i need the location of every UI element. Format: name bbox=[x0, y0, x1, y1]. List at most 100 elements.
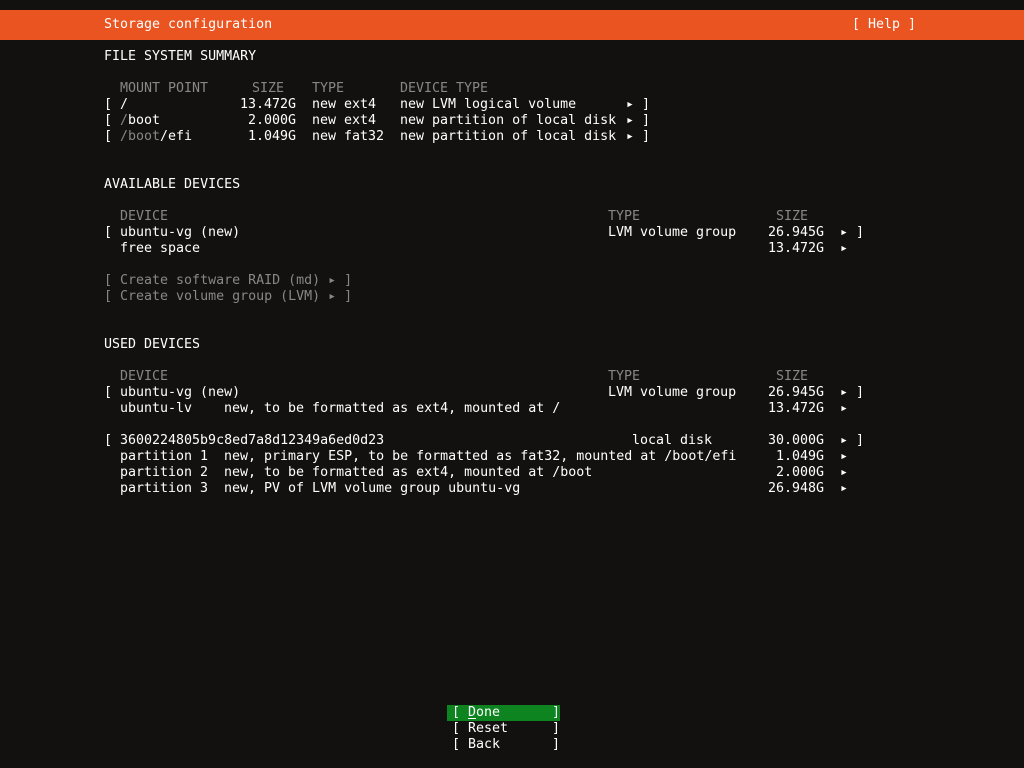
col-type: TYPE bbox=[608, 209, 641, 224]
right-bracket: ] bbox=[552, 737, 561, 752]
expand-arrow-icon: ▸ bbox=[840, 481, 849, 496]
used-row-partition-2[interactable]: partition 2 new, to be formatted as ext4… bbox=[0, 465, 1024, 481]
col-device-type: DEVICE TYPE bbox=[400, 81, 489, 96]
used-row-ubuntu-vg[interactable]: [ ubuntu-vg (new) LVM volume group 26.94… bbox=[0, 385, 1024, 401]
left-bracket: [ bbox=[452, 737, 461, 752]
used-devices-header: DEVICE TYPE SIZE bbox=[0, 369, 1024, 385]
size-value: 26.948G bbox=[767, 481, 824, 496]
left-bracket: [ bbox=[104, 385, 113, 400]
expand-arrow-icon: ▸ bbox=[840, 241, 849, 256]
partition-name: partition 2 bbox=[120, 465, 209, 480]
left-bracket: [ bbox=[452, 705, 461, 720]
device-type: LVM volume group bbox=[608, 385, 737, 400]
right-bracket: ] bbox=[642, 113, 651, 128]
device-type: local disk bbox=[632, 433, 713, 448]
right-bracket: ] bbox=[856, 225, 865, 240]
back-button-label: Back bbox=[468, 737, 501, 752]
left-bracket: [ bbox=[104, 129, 113, 144]
left-bracket: [ bbox=[452, 721, 461, 736]
device-name: ubuntu-lv bbox=[120, 401, 193, 416]
size-value: 26.945G bbox=[767, 225, 824, 240]
size-value: 26.945G bbox=[767, 385, 824, 400]
col-size: SIZE bbox=[776, 209, 809, 224]
left-bracket: [ bbox=[104, 113, 113, 128]
used-devices-title: USED DEVICES bbox=[104, 337, 201, 352]
expand-arrow-icon: ▸ bbox=[840, 449, 849, 464]
size-value: 13.472G bbox=[767, 401, 824, 416]
mount-point: /boot bbox=[120, 113, 161, 128]
partition-detail: new, PV of LVM volume group ubuntu-vg bbox=[224, 481, 521, 496]
left-bracket: [ bbox=[104, 97, 113, 112]
expand-arrow-icon: ▸ bbox=[840, 385, 849, 400]
size-value: 13.472G bbox=[239, 97, 296, 112]
right-bracket: ] bbox=[856, 433, 865, 448]
right-bracket: ] bbox=[642, 129, 651, 144]
used-row-partition-3[interactable]: partition 3 new, PV of LVM volume group … bbox=[0, 481, 1024, 497]
used-row-ubuntu-lv[interactable]: ubuntu-lv new, to be formatted as ext4, … bbox=[0, 401, 1024, 417]
available-devices-header: DEVICE TYPE SIZE bbox=[0, 209, 1024, 225]
expand-arrow-icon: ▸ bbox=[626, 97, 635, 112]
col-mount-point: MOUNT POINT bbox=[120, 81, 209, 96]
size-value: 2.000G bbox=[775, 465, 824, 480]
expand-arrow-icon: ▸ bbox=[840, 465, 849, 480]
back-button[interactable]: [ Back ] bbox=[0, 737, 1024, 753]
fs-type: new ext4 bbox=[312, 113, 377, 128]
device-type: new partition of local disk bbox=[400, 129, 617, 144]
used-row-partition-1[interactable]: partition 1 new, primary ESP, to be form… bbox=[0, 449, 1024, 465]
size-value: 13.472G bbox=[767, 241, 824, 256]
fs-summary-title: FILE SYSTEM SUMMARY bbox=[104, 49, 257, 64]
expand-arrow-icon: ▸ bbox=[840, 225, 849, 240]
expand-arrow-icon: ▸ bbox=[840, 433, 849, 448]
header-bar: Storage configuration [ Help ] bbox=[0, 10, 1024, 40]
available-row-ubuntu-vg[interactable]: [ ubuntu-vg (new) LVM volume group 26.94… bbox=[0, 225, 1024, 241]
device-type: new partition of local disk bbox=[400, 113, 617, 128]
available-row-free-space[interactable]: free space 13.472G ▸ bbox=[0, 241, 1024, 257]
fs-type: new fat32 bbox=[312, 129, 385, 144]
disk-id: 3600224805b9c8ed7a8d12349a6ed0d23 bbox=[120, 433, 385, 448]
device-type: new LVM logical volume bbox=[400, 97, 577, 112]
device-name: free space bbox=[120, 241, 201, 256]
help-button[interactable]: [ Help ] bbox=[852, 17, 916, 33]
fs-row-boot[interactable]: [ /boot 2.000G new ext4 new partition of… bbox=[0, 113, 1024, 129]
create-software-raid-button[interactable]: [ Create software RAID (md) ▸ ] bbox=[0, 273, 1024, 289]
left-bracket: [ bbox=[104, 433, 113, 448]
right-bracket: ] bbox=[552, 721, 561, 736]
expand-arrow-icon: ▸ bbox=[626, 113, 635, 128]
partition-name: partition 1 bbox=[120, 449, 209, 464]
size-value: 1.049G bbox=[775, 449, 824, 464]
col-device: DEVICE bbox=[120, 209, 169, 224]
expand-arrow-icon: ▸ bbox=[840, 401, 849, 416]
left-bracket: [ bbox=[104, 225, 113, 240]
partition-detail: new, to be formatted as ext4, mounted at… bbox=[224, 465, 593, 480]
col-size: SIZE bbox=[776, 369, 809, 384]
right-bracket: ] bbox=[552, 705, 561, 720]
done-button[interactable]: [ Done ] bbox=[0, 705, 1024, 721]
mount-point: / bbox=[120, 97, 129, 112]
fs-summary-header: MOUNT POINT SIZE TYPE DEVICE TYPE bbox=[0, 81, 1024, 97]
col-type: TYPE bbox=[608, 369, 641, 384]
device-name: ubuntu-vg (new) bbox=[120, 225, 241, 240]
device-name: ubuntu-vg (new) bbox=[120, 385, 241, 400]
col-device: DEVICE bbox=[120, 369, 169, 384]
fs-row-root[interactable]: [ / 13.472G new ext4 new LVM logical vol… bbox=[0, 97, 1024, 113]
page-title: Storage configuration bbox=[104, 17, 273, 32]
size-value: 1.049G bbox=[247, 129, 296, 144]
device-detail: new, to be formatted as ext4, mounted at… bbox=[224, 401, 561, 416]
partition-detail: new, primary ESP, to be formatted as fat… bbox=[224, 449, 737, 464]
device-type: LVM volume group bbox=[608, 225, 737, 240]
fs-row-boot-efi[interactable]: [ /boot/efi 1.049G new fat32 new partiti… bbox=[0, 129, 1024, 145]
size-value: 30.000G bbox=[767, 433, 824, 448]
partition-name: partition 3 bbox=[120, 481, 209, 496]
used-row-local-disk[interactable]: [ 3600224805b9c8ed7a8d12349a6ed0d23 loca… bbox=[0, 433, 1024, 449]
right-bracket: ] bbox=[642, 97, 651, 112]
col-type: TYPE bbox=[312, 81, 345, 96]
col-size: SIZE bbox=[251, 81, 284, 96]
done-button-label: Done bbox=[468, 705, 501, 720]
reset-button-label: Reset bbox=[468, 721, 509, 736]
right-bracket: ] bbox=[856, 385, 865, 400]
reset-button[interactable]: [ Reset ] bbox=[0, 721, 1024, 737]
fs-type: new ext4 bbox=[312, 97, 377, 112]
create-volume-group-button[interactable]: [ Create volume group (LVM) ▸ ] bbox=[0, 289, 1024, 305]
size-value: 2.000G bbox=[247, 113, 296, 128]
expand-arrow-icon: ▸ bbox=[626, 129, 635, 144]
